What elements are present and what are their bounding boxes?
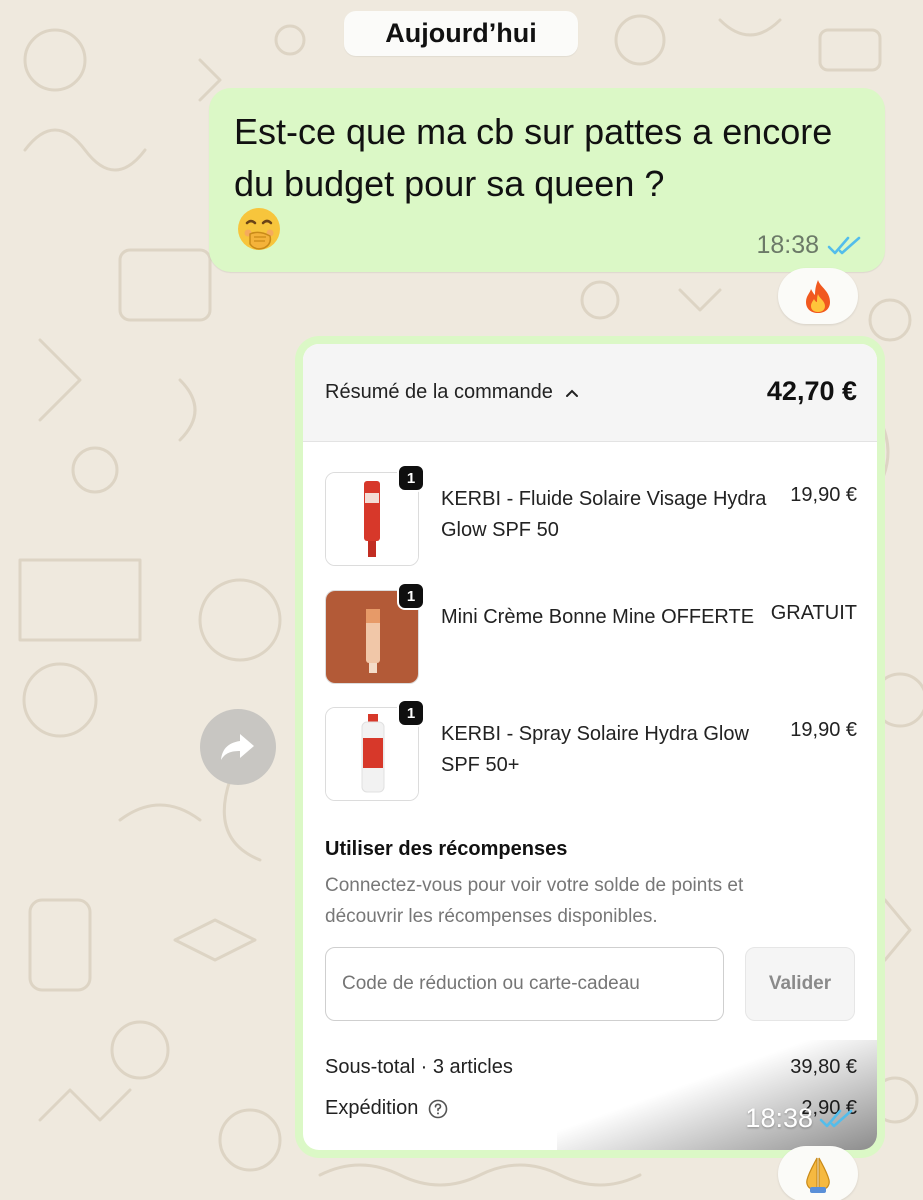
quantity-badge: 1 [397, 699, 425, 727]
item-name: KERBI - Spray Solaire Hydra Glow SPF 50+ [441, 723, 749, 776]
order-summary-screenshot: Résumé de la commande 42,70 € 1 KERBI - … [303, 344, 877, 1150]
message-meta: 18:38 [756, 231, 863, 260]
double-check-read-icon [827, 236, 861, 254]
shipping-label: Expédition [325, 1097, 448, 1120]
order-summary-header: Résumé de la commande 42,70 € [303, 344, 877, 442]
order-item: 1 Mini Crème Bonne Mine OFFERTE GRATUIT [303, 582, 877, 686]
fire-emoji-icon [806, 280, 830, 313]
quantity-badge: 1 [397, 582, 425, 610]
quantity-badge: 1 [397, 464, 425, 492]
image-message-time: 18:38 [745, 1103, 813, 1133]
validate-button: Valider [745, 947, 855, 1021]
discount-code-input [325, 947, 724, 1021]
order-total: 42,70 € [766, 376, 857, 406]
rewards-title: Utiliser des récompenses [325, 838, 568, 860]
item-price: 19,90 € [790, 719, 857, 741]
item-name: KERBI - Fluide Solaire Visage Hydra Glow… [441, 488, 767, 541]
order-summary-toggle: Résumé de la commande [325, 381, 579, 404]
forward-arrow-icon [221, 734, 254, 760]
double-check-read-icon [819, 1109, 853, 1127]
reaction-badge[interactable] [778, 268, 858, 324]
chevron-up-icon [565, 389, 578, 397]
shipping-label-text: Expédition [325, 1097, 419, 1119]
hand-over-mouth-emoji-icon [238, 208, 280, 250]
message-time: 18:38 [756, 231, 819, 259]
subtotal-label: Sous-total · 3 articles [325, 1056, 513, 1078]
item-price: GRATUIT [770, 602, 857, 624]
image-message-bubble[interactable]: Résumé de la commande 42,70 € 1 KERBI - … [295, 336, 885, 1158]
forward-button[interactable] [200, 709, 276, 785]
order-item: 1 KERBI - Spray Solaire Hydra Glow SPF 5… [303, 699, 877, 803]
question-circle-icon [429, 1099, 448, 1118]
image-message-meta: 18:38 [745, 1103, 855, 1134]
outgoing-message-bubble[interactable]: Est-ce que ma cb sur pattes a encore du … [209, 88, 885, 272]
item-name: Mini Crème Bonne Mine OFFERTE [441, 606, 755, 628]
item-price: 19,90 € [790, 484, 857, 506]
date-divider: Aujourd’hui [344, 11, 578, 56]
order-item: 1 KERBI - Fluide Solaire Visage Hydra Gl… [303, 464, 877, 568]
message-text: Est-ce que ma cb sur pattes a encore du … [234, 111, 833, 204]
folded-hands-emoji-icon [806, 1157, 830, 1193]
reaction-badge[interactable] [778, 1146, 858, 1200]
rewards-description: Connectez-vous pour voir votre solde de … [325, 875, 744, 927]
order-summary-label: Résumé de la commande [325, 381, 553, 403]
subtotal-value: 39,80 € [790, 1056, 857, 1078]
